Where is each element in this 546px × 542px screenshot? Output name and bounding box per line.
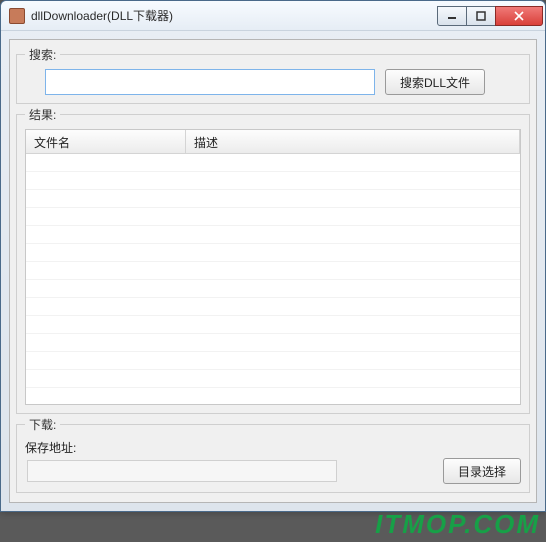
save-path-field[interactable] <box>27 460 337 482</box>
download-row: 保存地址: <box>25 439 521 456</box>
search-legend: 搜索: <box>25 46 60 63</box>
listview-header: 文件名 描述 <box>26 130 520 154</box>
save-path-label: 保存地址: <box>25 439 76 456</box>
listview-body[interactable] <box>26 154 520 404</box>
window-title: dllDownloader(DLL下载器) <box>31 7 438 24</box>
minimize-button[interactable] <box>437 6 467 26</box>
close-icon <box>513 11 525 21</box>
close-button[interactable] <box>495 6 543 26</box>
titlebar[interactable]: dllDownloader(DLL下载器) <box>1 1 545 31</box>
column-filename[interactable]: 文件名 <box>26 130 186 153</box>
search-button[interactable]: 搜索DLL文件 <box>385 69 485 95</box>
download-row-2: 目录选择 <box>25 458 521 484</box>
maximize-button[interactable] <box>466 6 496 26</box>
window-controls <box>438 6 543 26</box>
search-input[interactable] <box>45 69 375 95</box>
search-row: 搜索DLL文件 <box>25 69 521 95</box>
download-legend: 下载: <box>25 416 60 433</box>
download-group: 下载: 保存地址: 目录选择 <box>16 416 530 493</box>
results-group: 结果: 文件名 描述 <box>16 106 530 414</box>
watermark-text: ITMOP.COM <box>375 509 540 540</box>
results-legend: 结果: <box>25 106 60 123</box>
browse-button[interactable]: 目录选择 <box>443 458 521 484</box>
results-listview[interactable]: 文件名 描述 <box>25 129 521 405</box>
search-group: 搜索: 搜索DLL文件 <box>16 46 530 104</box>
column-description[interactable]: 描述 <box>186 130 520 153</box>
app-icon <box>9 8 25 24</box>
minimize-icon <box>447 11 457 21</box>
client-area: 搜索: 搜索DLL文件 结果: 文件名 描述 下载: 保存地址: <box>9 39 537 503</box>
app-window: dllDownloader(DLL下载器) 搜索: 搜索DLL文件 结果: <box>0 0 546 512</box>
maximize-icon <box>476 11 486 21</box>
